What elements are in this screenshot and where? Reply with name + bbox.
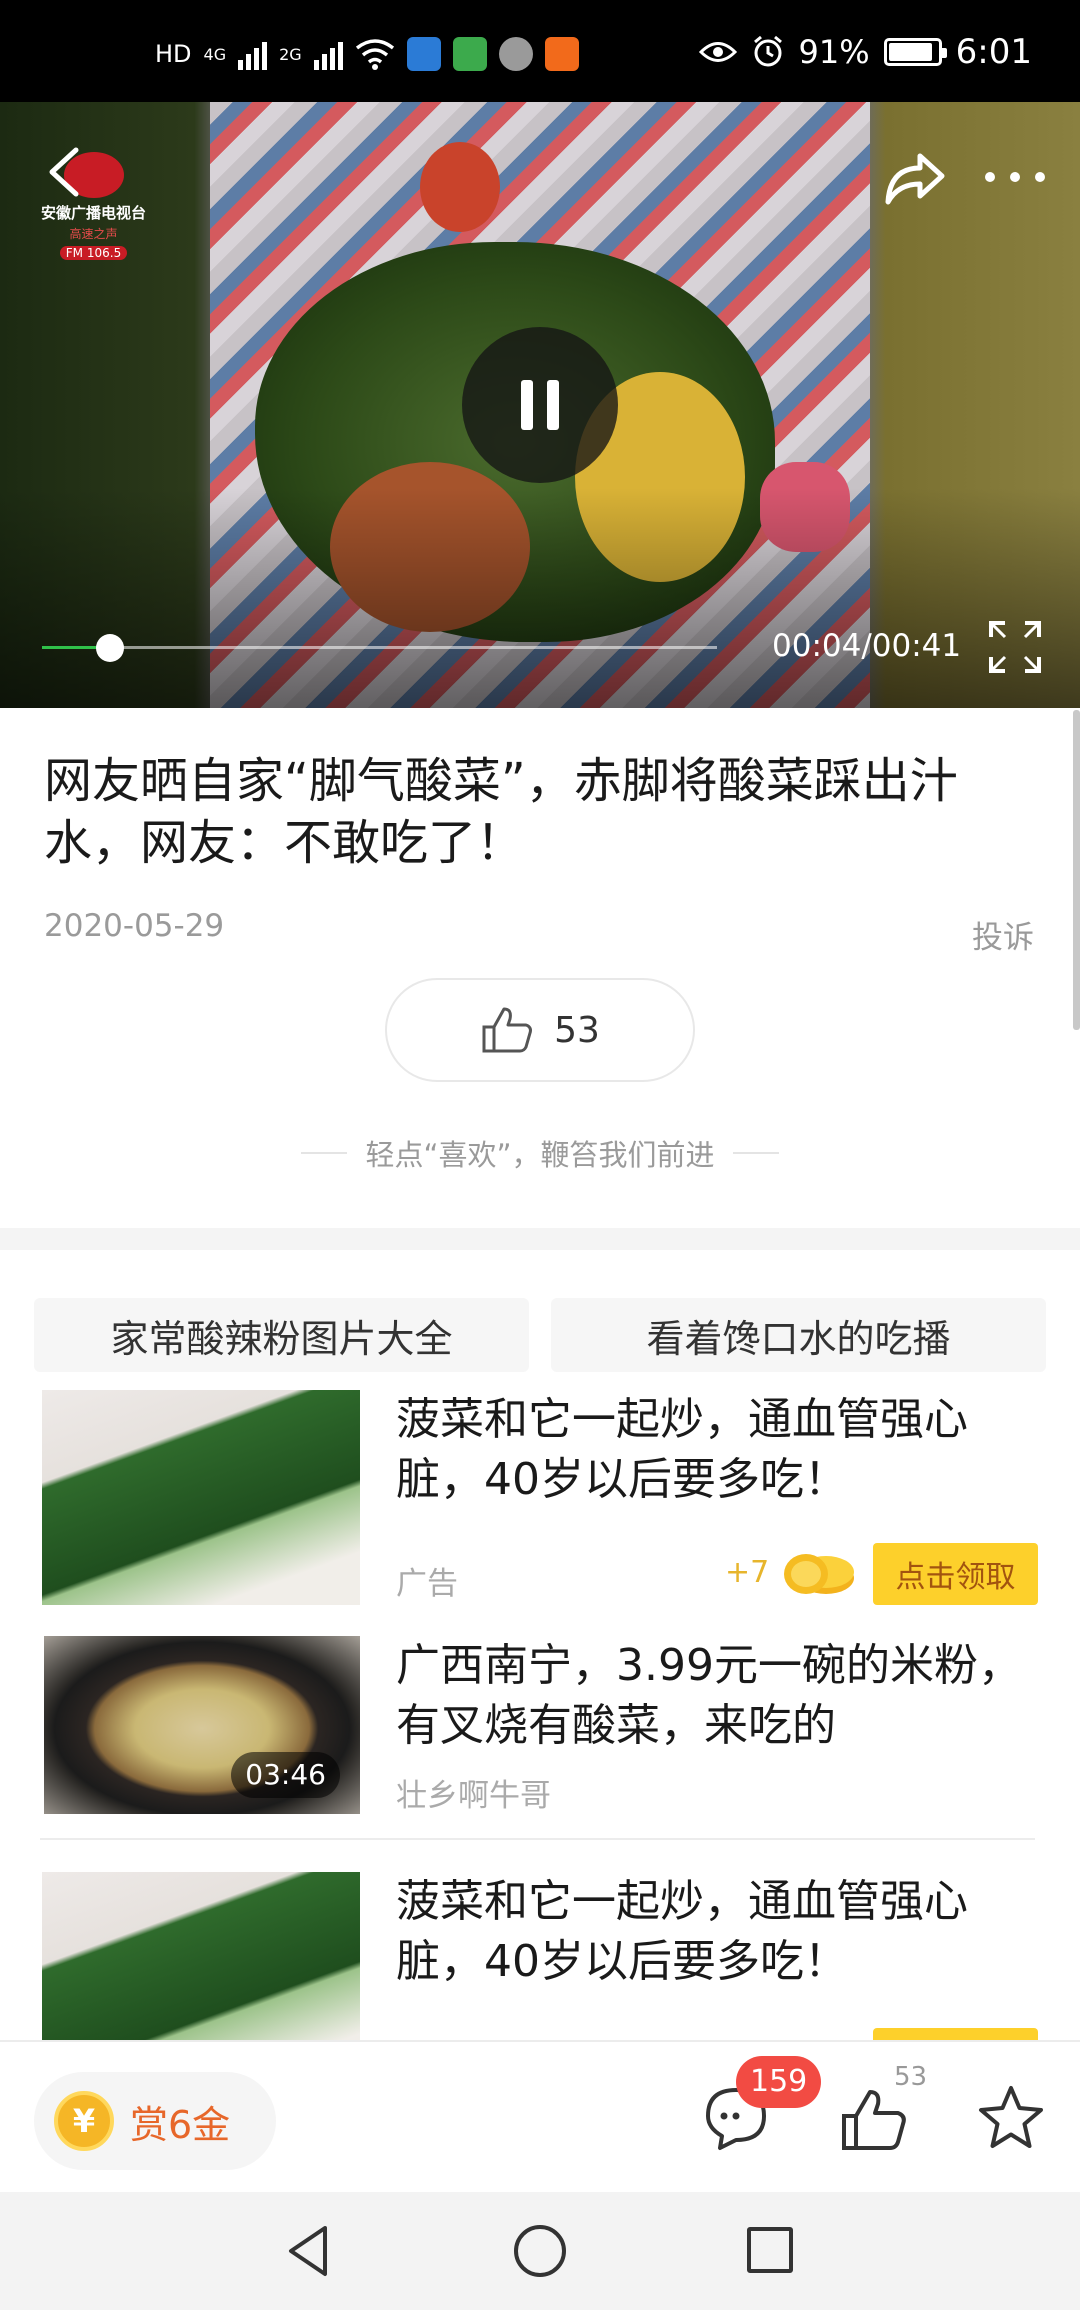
- reward-button[interactable]: ¥ 赏6金: [34, 2072, 276, 2170]
- video-shade: [0, 488, 1080, 708]
- hd-icon: HD: [155, 40, 192, 68]
- feed-item-title: 广西南宁，3.99元一碗的米粉，有叉烧有酸菜，来吃的: [396, 1640, 1022, 1751]
- coin-bonus: +7: [725, 1555, 770, 1590]
- feed-item-ad[interactable]: 菠菜和它一起炒，通血管强心脏，40岁以后要多吃！ 广告 +7 点击领取: [40, 1390, 1040, 1605]
- divider-line: [732, 1152, 779, 1154]
- app-notification-icon-1: [406, 37, 441, 71]
- video-frame-bucket: [420, 142, 500, 232]
- encourage-row: 轻点“喜欢”，鞭笞我们前进: [0, 1132, 1080, 1174]
- pause-button[interactable]: [462, 327, 618, 483]
- signal-2g-icon: [313, 38, 343, 70]
- system-navigation-bar: [0, 2192, 1080, 2310]
- app-notification-icon-2: [452, 37, 487, 71]
- feed-item-title: 菠菜和它一起炒，通血管强心脏，40岁以后要多吃！: [396, 1394, 968, 1505]
- battery-icon: [883, 38, 947, 66]
- tag-button[interactable]: 家常酸辣粉图片大全: [34, 1298, 529, 1372]
- coins-icon: [784, 1554, 854, 1594]
- pause-icon: [521, 380, 533, 430]
- article-date: 2020-05-29: [44, 908, 225, 944]
- scrollbar[interactable]: [1073, 710, 1080, 1030]
- nav-back-icon[interactable]: [285, 2224, 335, 2278]
- video-time: 00:04/00:41: [772, 628, 962, 664]
- author-name: 壮乡啊牛哥: [396, 1778, 551, 1814]
- like-count: 53: [554, 1009, 600, 1051]
- article-title: 网友晒自家“脚气酸菜”，赤脚将酸菜踩出汁水，网友：不敢吃了！: [44, 753, 958, 871]
- report-link[interactable]: 投诉: [972, 912, 1034, 957]
- fullscreen-icon[interactable]: [985, 617, 1045, 677]
- like-button[interactable]: 53: [385, 978, 695, 1082]
- signal-4g-icon: [238, 38, 268, 70]
- alarm-icon: [753, 35, 782, 67]
- back-arrow-icon[interactable]: [40, 142, 90, 202]
- comment-count-badge: 159: [736, 2056, 822, 2108]
- eye-icon: [698, 42, 737, 62]
- clock: 6:01: [955, 32, 1032, 72]
- yen-coin-icon: ¥: [54, 2091, 114, 2151]
- like-count: 53: [894, 2062, 928, 2092]
- bottom-action-bar: ¥ 赏6金 159 53: [0, 2040, 1080, 2192]
- ad-thumbnail: [42, 1390, 360, 1605]
- feed-item-video[interactable]: 03:46 广西南宁，3.99元一碗的米粉，有叉烧有酸菜，来吃的 壮乡啊牛哥: [40, 1636, 1040, 1816]
- video-thumbnail: 03:46: [44, 1636, 360, 1814]
- more-options-icon[interactable]: [985, 162, 1045, 192]
- wifi-icon: [355, 39, 394, 70]
- status-left-group: HD 4G 2G: [155, 34, 579, 74]
- thumbs-up-icon[interactable]: [838, 2086, 908, 2156]
- ad-label: 广告: [396, 1566, 458, 1602]
- video-progress-knob[interactable]: [95, 634, 124, 662]
- tag-button[interactable]: 看着馋口水的吃播: [551, 1298, 1046, 1372]
- channel-frequency: FM 106.5: [59, 246, 128, 260]
- favorite-star-icon[interactable]: [975, 2082, 1047, 2154]
- nav-home-icon[interactable]: [514, 2225, 566, 2277]
- feed-divider: [40, 1838, 1035, 1840]
- feed-item-title: 菠菜和它一起炒，通血管强心脏，40岁以后要多吃！: [396, 1876, 968, 1987]
- encourage-text: 轻点“喜欢”，鞭笞我们前进: [365, 1138, 715, 1172]
- thumbs-up-icon: [482, 1007, 533, 1053]
- battery-level: [888, 43, 932, 61]
- status-bar: HD 4G 2G 91% 6:01: [0, 0, 1080, 102]
- signal-4g-label: 4G: [203, 44, 227, 64]
- share-icon[interactable]: [880, 144, 950, 214]
- video-progress-bar[interactable]: [42, 634, 717, 662]
- related-tags: 家常酸辣粉图片大全 看着馋口水的吃播: [34, 1298, 1046, 1372]
- section-divider: [0, 1228, 1080, 1250]
- video-player[interactable]: 安徽广播电视台 高速之声 FM 106.5 00:04/00:41: [0, 102, 1080, 708]
- ad-thumbnail: [42, 1872, 360, 2042]
- feed-item-ad[interactable]: 菠菜和它一起炒，通血管强心脏，40岁以后要多吃！: [40, 1872, 1040, 2042]
- channel-subtitle: 高速之声: [69, 227, 118, 241]
- status-right-group: 91% 6:01: [698, 30, 1032, 74]
- reward-label: 赏6金: [130, 2102, 231, 2147]
- video-duration: 03:46: [231, 1752, 340, 1798]
- app-notification-icon-3: [498, 37, 533, 71]
- signal-2g-label: 2G: [279, 44, 302, 64]
- claim-button[interactable]: 点击领取: [873, 1543, 1038, 1605]
- battery-percent: 91%: [798, 33, 870, 71]
- divider-line: [301, 1152, 348, 1154]
- nav-recents-icon[interactable]: [747, 2227, 793, 2273]
- taobao-icon: [544, 37, 579, 71]
- channel-name: 安徽广播电视台: [40, 204, 146, 222]
